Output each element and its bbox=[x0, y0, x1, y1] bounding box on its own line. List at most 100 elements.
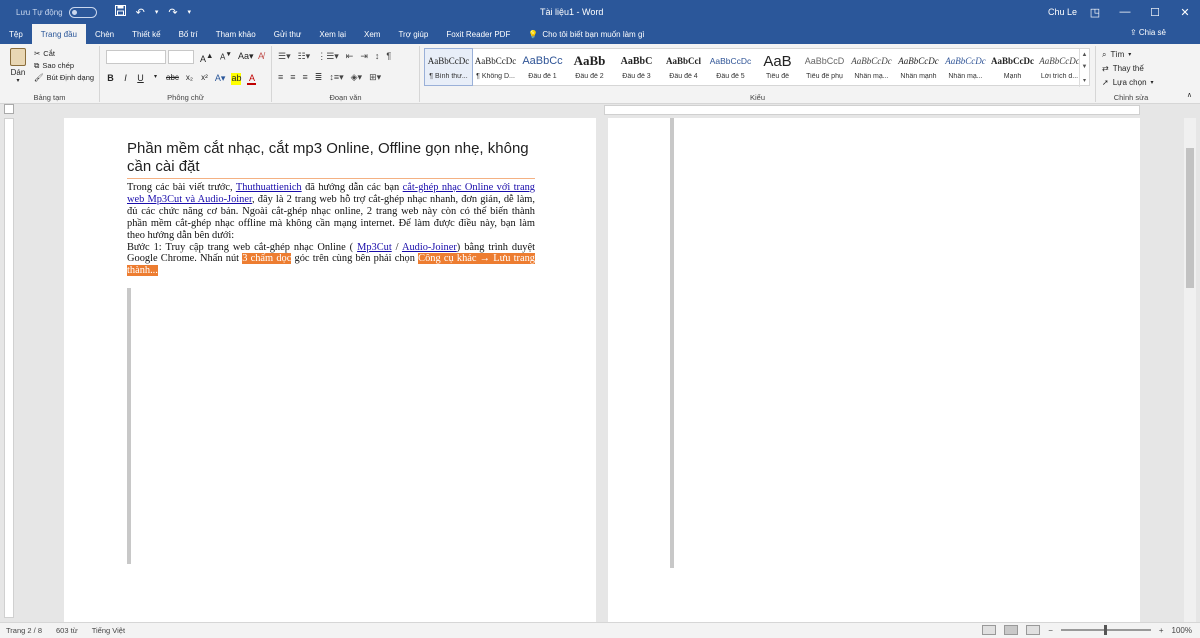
align-center-icon[interactable]: ≡ bbox=[290, 72, 295, 83]
scrollbar-thumb[interactable] bbox=[1186, 148, 1194, 288]
style-title[interactable]: AaB Tiêu đề bbox=[754, 49, 801, 85]
strikethrough-icon[interactable]: abc bbox=[166, 73, 179, 85]
justify-icon[interactable]: ≣ bbox=[315, 72, 323, 83]
tab-foxit[interactable]: Foxit Reader PDF bbox=[437, 24, 519, 44]
increase-indent-icon[interactable]: ⇥ bbox=[360, 51, 368, 62]
style-no-spacing[interactable]: AaBbCcDc ¶ Không D... bbox=[472, 49, 519, 85]
zoom-slider[interactable] bbox=[1060, 625, 1151, 635]
language-indicator[interactable]: Tiếng Việt bbox=[92, 626, 125, 635]
zoom-level[interactable]: 100% bbox=[1172, 626, 1192, 635]
tab-layout[interactable]: Bố trí bbox=[170, 24, 207, 44]
horizontal-ruler[interactable] bbox=[604, 105, 1140, 115]
tab-review[interactable]: Xem lại bbox=[310, 24, 355, 44]
numbering-icon[interactable]: ☷▾ bbox=[298, 51, 311, 62]
superscript-icon[interactable]: x² bbox=[200, 73, 209, 85]
close-icon[interactable]: ✕ bbox=[1170, 0, 1200, 24]
paste-button[interactable]: Dán ▾ bbox=[6, 48, 30, 84]
grow-font-icon[interactable]: A▲ bbox=[200, 51, 213, 64]
italic-icon[interactable]: I bbox=[121, 73, 130, 85]
redo-icon[interactable]: ↷ bbox=[168, 6, 177, 19]
zoom-out-icon[interactable]: − bbox=[1048, 626, 1053, 635]
document-page[interactable]: Phần mềm cắt nhạc, cắt mp3 Online, Offli… bbox=[64, 118, 596, 638]
zoom-slider-knob[interactable] bbox=[1103, 625, 1107, 635]
font-name-box[interactable] bbox=[106, 50, 166, 64]
select-button[interactable]: ➚ Lựa chọn ▾ bbox=[1102, 76, 1154, 90]
cut-button[interactable]: ✂ Cắt bbox=[34, 48, 94, 60]
read-mode-icon[interactable] bbox=[982, 625, 997, 635]
underline-dropdown-icon[interactable]: ▾ bbox=[151, 73, 160, 85]
style-strong[interactable]: AaBbCcDc Mạnh bbox=[989, 49, 1036, 85]
bold-icon[interactable]: B bbox=[106, 73, 115, 85]
hyperlink[interactable]: Thuthuattienich bbox=[236, 182, 302, 193]
chevron-up-icon[interactable]: ▲ bbox=[1082, 52, 1088, 58]
doc-heading[interactable]: Phần mềm cắt nhạc, cắt mp3 Online, Offli… bbox=[127, 140, 535, 179]
share-button[interactable]: ⇪ Chia sẻ bbox=[1130, 28, 1166, 37]
style-heading-4[interactable]: AaBbCcl Đầu đề 4 bbox=[660, 49, 707, 85]
align-left-icon[interactable]: ≡ bbox=[278, 72, 283, 83]
change-case-icon[interactable]: Aa▾ bbox=[238, 51, 254, 62]
highlight-icon[interactable]: ab bbox=[231, 73, 242, 85]
ribbon-display-options-icon[interactable]: ◳ bbox=[1080, 0, 1110, 24]
shrink-font-icon[interactable]: A▼ bbox=[220, 51, 232, 62]
replace-button[interactable]: ⇄ Thay thế bbox=[1102, 62, 1154, 76]
tab-references[interactable]: Tham khảo bbox=[207, 24, 265, 44]
collapse-ribbon-icon[interactable]: ∧ bbox=[1187, 91, 1192, 99]
font-color-icon[interactable]: A bbox=[247, 73, 257, 85]
more-styles-icon[interactable]: ▾ bbox=[1083, 77, 1086, 84]
save-icon[interactable] bbox=[114, 5, 126, 19]
show-marks-icon[interactable]: ¶ bbox=[386, 51, 391, 62]
underline-icon[interactable]: U bbox=[136, 73, 145, 85]
hyperlink[interactable]: Audio-Joiner bbox=[402, 242, 457, 253]
tab-design[interactable]: Thiết kế bbox=[123, 24, 169, 44]
minimize-icon[interactable]: — bbox=[1110, 0, 1140, 24]
image-placeholder[interactable] bbox=[670, 118, 674, 568]
style-quote[interactable]: AaBbCcDc Lời trích d... bbox=[1036, 49, 1083, 85]
vertical-ruler[interactable] bbox=[4, 118, 14, 618]
vertical-scrollbar[interactable] bbox=[1184, 118, 1196, 622]
customize-toolbar-icon[interactable]: ▾ bbox=[188, 8, 192, 16]
doc-body[interactable]: Trong các bài viết trước, Thuthuattienic… bbox=[127, 182, 535, 277]
decrease-indent-icon[interactable]: ⇤ bbox=[346, 51, 354, 62]
style-intense-emphasis[interactable]: AaBbCcDc Nhấn mạ... bbox=[942, 49, 989, 85]
style-heading-2[interactable]: AaBb Đầu đề 2 bbox=[566, 49, 613, 85]
style-subtitle[interactable]: AaBbCcD Tiêu đề phụ bbox=[801, 49, 848, 85]
tab-file[interactable]: Tệp bbox=[0, 24, 32, 44]
multilevel-list-icon[interactable]: ⋮☰▾ bbox=[317, 51, 339, 62]
font-size-box[interactable] bbox=[168, 50, 194, 64]
autosave-toggle[interactable] bbox=[68, 6, 97, 18]
shading-icon[interactable]: ◈▾ bbox=[351, 72, 362, 83]
text-effects-icon[interactable]: A▾ bbox=[215, 73, 226, 85]
style-emphasis[interactable]: AaBbCcDc Nhấn mạnh bbox=[895, 49, 942, 85]
subscript-icon[interactable]: x₂ bbox=[185, 73, 194, 85]
maximize-icon[interactable]: ☐ bbox=[1140, 0, 1170, 24]
web-layout-icon[interactable] bbox=[1026, 625, 1041, 635]
print-layout-icon[interactable] bbox=[1004, 625, 1019, 635]
find-button[interactable]: ⌕ Tìm ▾ bbox=[1102, 48, 1154, 62]
format-painter-button[interactable]: 🖌 Bút Định dạng bbox=[34, 72, 94, 84]
paragraph-1[interactable]: Trong các bài viết trước, Thuthuattienic… bbox=[127, 182, 535, 242]
document-page[interactable] bbox=[608, 118, 1140, 638]
tab-mailings[interactable]: Gửi thư bbox=[265, 24, 311, 44]
paragraph-2[interactable]: Bước 1: Truy cập trang web cắt-ghép nhạc… bbox=[127, 242, 535, 278]
tab-selector[interactable] bbox=[4, 104, 14, 114]
undo-dropdown-icon[interactable]: ▾ bbox=[155, 8, 159, 16]
copy-button[interactable]: ⧉ Sao chép bbox=[34, 60, 94, 72]
bullets-icon[interactable]: ☰▾ bbox=[278, 51, 291, 62]
style-normal[interactable]: AaBbCcDc ¶ Bình thư... bbox=[424, 48, 473, 86]
borders-icon[interactable]: ⊞▾ bbox=[369, 72, 381, 83]
style-heading-5[interactable]: AaBbCcDc Đầu đề 5 bbox=[707, 49, 754, 85]
tab-insert[interactable]: Chèn bbox=[86, 24, 123, 44]
user-name[interactable]: Chu Le bbox=[1048, 7, 1077, 17]
line-spacing-icon[interactable]: ↕≡▾ bbox=[329, 72, 343, 83]
style-subtle-emphasis[interactable]: AaBbCcDc Nhấn mạ... bbox=[848, 49, 895, 85]
word-count[interactable]: 603 từ bbox=[56, 626, 78, 635]
zoom-in-icon[interactable]: + bbox=[1159, 626, 1164, 635]
sort-icon[interactable]: ↕ bbox=[375, 51, 380, 62]
tell-me-search[interactable]: 💡 Cho tôi biết bạn muốn làm gì bbox=[519, 24, 653, 44]
chevron-down-icon[interactable]: ▼ bbox=[1082, 64, 1088, 70]
page-count[interactable]: Trang 2 / 8 bbox=[6, 626, 42, 635]
tab-view[interactable]: Xem bbox=[355, 24, 389, 44]
tab-help[interactable]: Trợ giúp bbox=[389, 24, 437, 44]
hyperlink[interactable]: Mp3Cut bbox=[357, 242, 392, 253]
style-heading-1[interactable]: AaBbCc Đầu đề 1 bbox=[519, 49, 566, 85]
